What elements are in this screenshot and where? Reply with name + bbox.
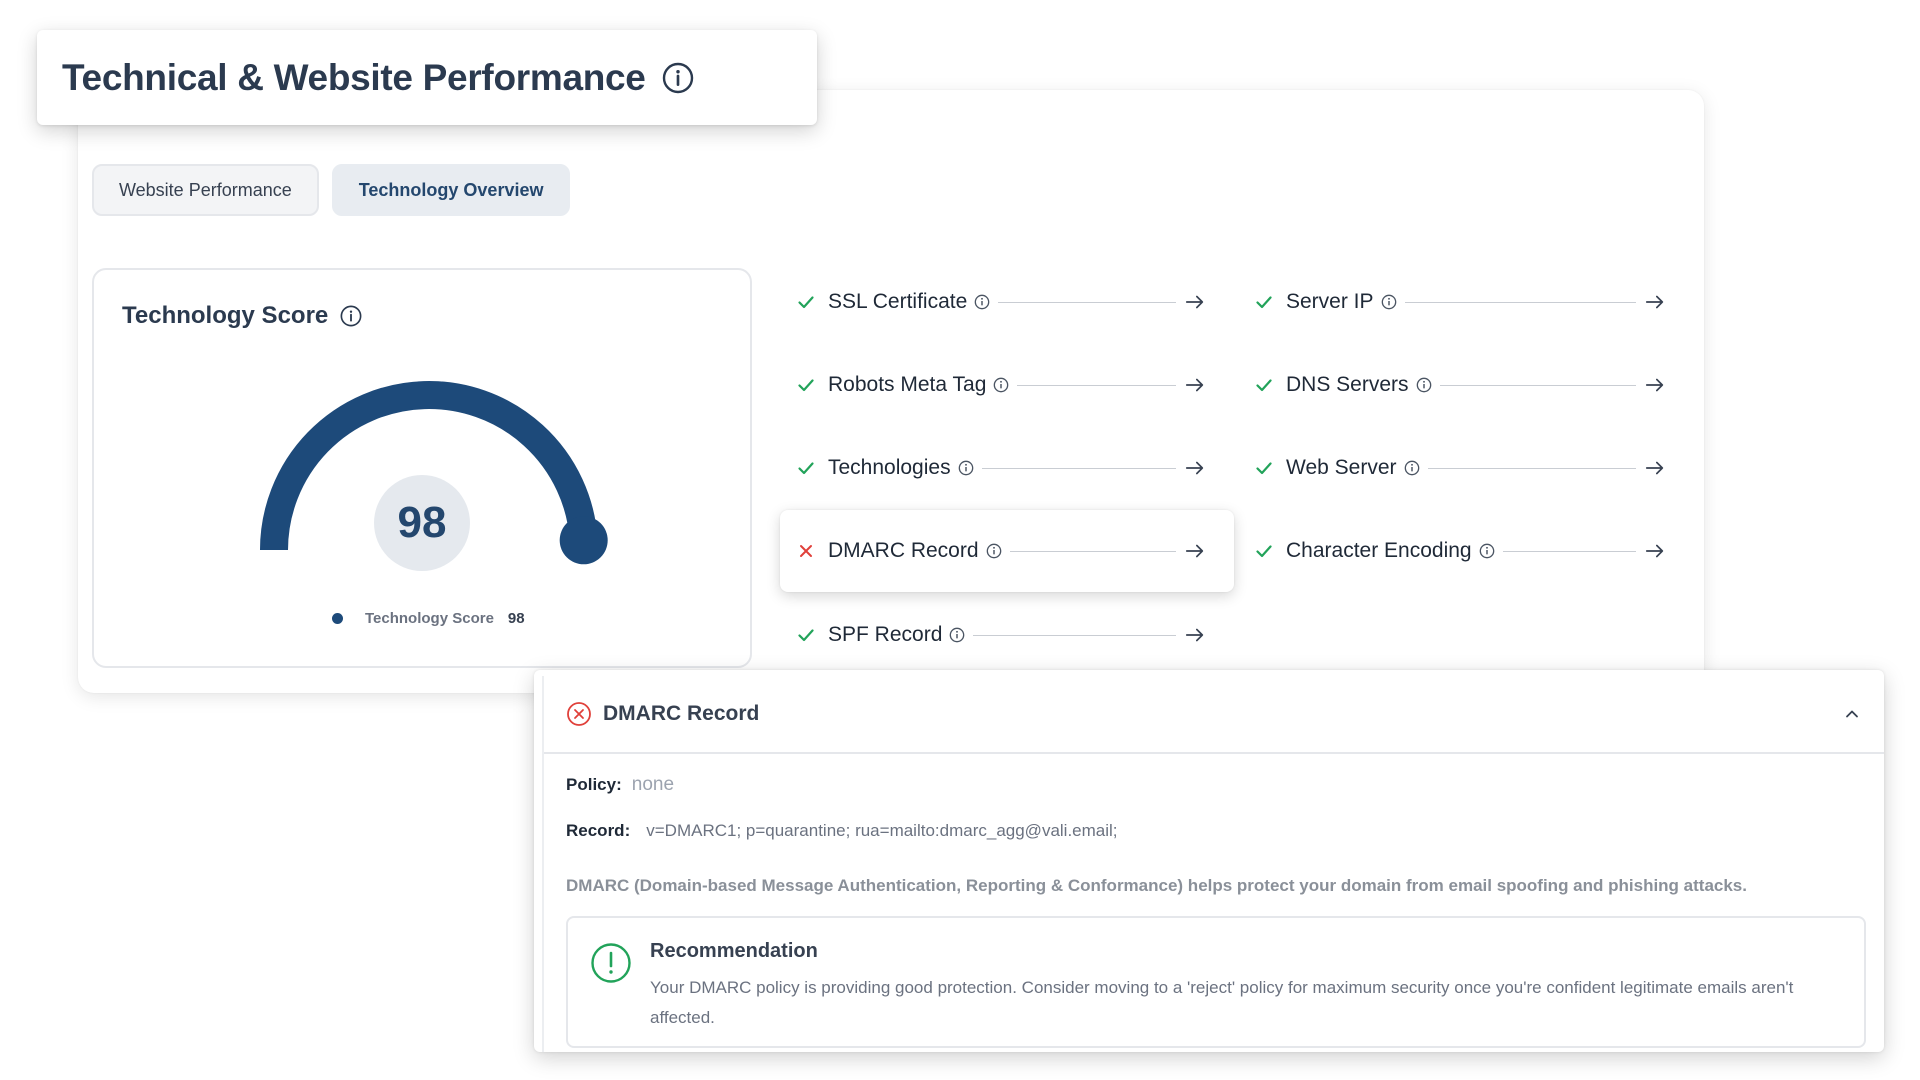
recommendation-title: Recommendation: [650, 940, 818, 962]
check-label: SSL Certificate: [828, 290, 968, 313]
check-label: Web Server: [1286, 456, 1397, 479]
leader-line: [1427, 467, 1636, 469]
info-icon[interactable]: [1479, 543, 1495, 559]
chevron-up-icon[interactable]: [1842, 704, 1862, 724]
info-icon[interactable]: [986, 543, 1002, 559]
policy-value: none: [631, 774, 675, 795]
leader-line: [998, 301, 1176, 303]
info-icon[interactable]: [974, 294, 990, 310]
info-icon[interactable]: [1381, 294, 1397, 310]
check-technologies[interactable]: Technologies: [796, 448, 1206, 488]
check-icon: [1256, 545, 1272, 558]
check-dns-servers[interactable]: DNS Servers: [1254, 365, 1666, 405]
detail-header[interactable]: DMARC Record: [544, 676, 1884, 754]
arrow-right-icon[interactable]: [1184, 624, 1206, 646]
technology-score-card: Technology Score 98 Technology Score 98: [92, 268, 752, 668]
canvas: Technical & Website Performance Website …: [0, 0, 1920, 1080]
legend-value: 98: [507, 610, 525, 627]
info-icon[interactable]: [662, 62, 694, 94]
recommendation-text: Your DMARC policy is providing good prot…: [650, 978, 1794, 1027]
error-circle-icon: [567, 702, 591, 726]
leader-line: [981, 467, 1176, 469]
leader-line: [973, 634, 1176, 636]
page-title: Technical & Website Performance: [62, 56, 646, 98]
leader-line: [1502, 550, 1636, 552]
check-label: DNS Servers: [1286, 373, 1409, 396]
record-field: Record: v=DMARC1; p=quarantine; rua=mail…: [566, 821, 1118, 841]
check-label: SPF Record: [828, 623, 943, 646]
info-icon[interactable]: [340, 305, 362, 327]
detail-body: DMARC Record Policy: none Record: v=DMAR…: [542, 676, 1884, 1052]
check-icon: [798, 629, 814, 642]
tab-bar: Website Performance Technology Overview: [92, 164, 571, 216]
tab-website-performance[interactable]: Website Performance: [92, 164, 319, 216]
check-label: Server IP: [1286, 290, 1374, 313]
dmarc-detail-panel: DMARC Record Policy: none Record: v=DMAR…: [534, 670, 1884, 1052]
arrow-right-icon[interactable]: [1644, 457, 1666, 479]
check-spf-record[interactable]: SPF Record: [796, 615, 1206, 655]
check-icon: [798, 462, 814, 475]
leader-line: [1439, 384, 1636, 386]
info-icon[interactable]: [949, 627, 965, 643]
arrow-right-icon[interactable]: [1184, 457, 1206, 479]
score-card-title: Technology Score: [122, 302, 329, 329]
legend-label: Technology Score: [365, 610, 494, 627]
score-value: 98: [374, 475, 470, 571]
check-label: DMARC Record: [828, 539, 979, 562]
policy-field: Policy: none: [566, 774, 674, 796]
check-label: Robots Meta Tag: [828, 373, 987, 396]
leader-line: [1017, 384, 1176, 386]
tab-technology-overview[interactable]: Technology Overview: [331, 164, 571, 216]
arrow-right-icon[interactable]: [1644, 374, 1666, 396]
check-icon: [798, 296, 814, 309]
check-robots-meta-tag[interactable]: Robots Meta Tag: [796, 365, 1206, 405]
leader-line: [1404, 301, 1636, 303]
check-icon: [798, 379, 814, 392]
record-value: v=DMARC1; p=quarantine; rua=mailto:dmarc…: [646, 821, 1118, 840]
info-icon[interactable]: [1416, 377, 1432, 393]
check-dmarc-record[interactable]: DMARC Record: [780, 510, 1234, 592]
check-ssl-certificate[interactable]: SSL Certificate: [796, 282, 1206, 322]
section-header: Technical & Website Performance: [37, 30, 817, 125]
check-label: Technologies: [828, 456, 951, 479]
info-icon[interactable]: [958, 460, 974, 476]
score-card-header: Technology Score: [122, 302, 362, 330]
info-icon[interactable]: [993, 377, 1009, 393]
check-label: Character Encoding: [1286, 539, 1472, 562]
check-icon: [1256, 462, 1272, 475]
dmarc-description: DMARC (Domain-based Message Authenticati…: [566, 876, 1747, 895]
check-web-server[interactable]: Web Server: [1254, 448, 1666, 488]
arrow-right-icon[interactable]: [1184, 540, 1206, 562]
check-icon: [1256, 379, 1272, 392]
detail-title: DMARC Record: [603, 702, 760, 725]
arrow-right-icon[interactable]: [1644, 540, 1666, 562]
recommendation-box: Recommendation Your DMARC policy is prov…: [566, 916, 1866, 1048]
arrow-right-icon[interactable]: [1644, 291, 1666, 313]
record-label: Record:: [566, 821, 631, 840]
cross-icon: [800, 545, 812, 557]
check-character-encoding[interactable]: Character Encoding: [1254, 531, 1666, 571]
arrow-right-icon[interactable]: [1184, 291, 1206, 313]
info-icon[interactable]: [1404, 460, 1420, 476]
exclamation-circle-icon: [591, 943, 631, 983]
arrow-right-icon[interactable]: [1184, 374, 1206, 396]
leader-line: [1009, 550, 1176, 552]
check-server-ip[interactable]: Server IP: [1254, 282, 1666, 322]
check-icon: [1256, 296, 1272, 309]
gauge-knob: [559, 516, 608, 565]
legend-dot: [332, 613, 343, 624]
policy-label: Policy:: [566, 775, 622, 794]
gauge-legend: Technology Score 98: [332, 610, 525, 627]
